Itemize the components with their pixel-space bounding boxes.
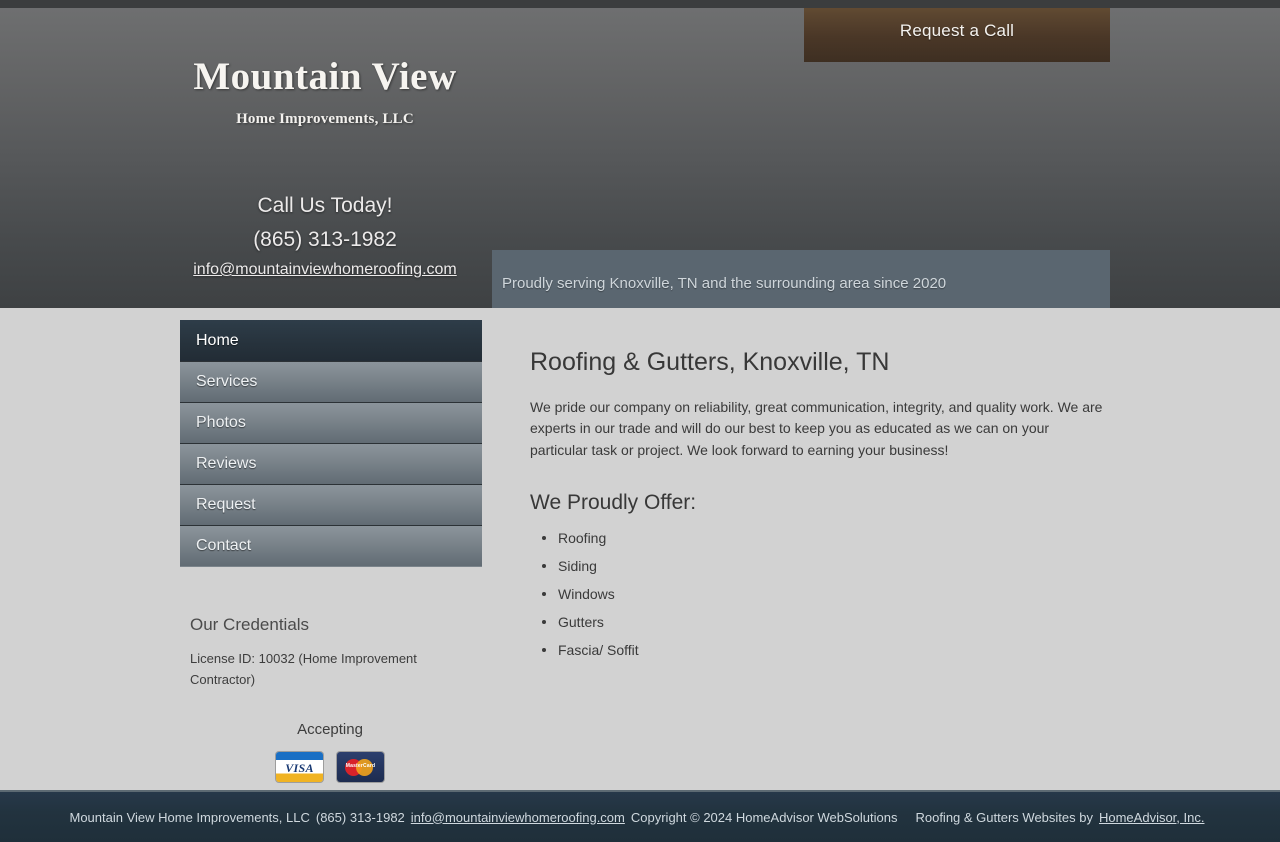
license-id-text: License ID: 10032 (Home Improvement Cont… — [190, 651, 417, 687]
intro-paragraph: We pride our company on reliability, gre… — [530, 399, 1103, 458]
footer-phone: (865) 313-1982 — [315, 809, 405, 825]
footer-homeadvisor-link[interactable]: HomeAdvisor, Inc. — [1099, 810, 1205, 825]
payment-card-icons: VISA MasterCard — [180, 751, 480, 782]
mastercard-card-icon: MasterCard — [337, 751, 384, 782]
list-item: Fascia/ Soffit — [542, 643, 1130, 657]
sidebar-item-request[interactable]: Request — [180, 484, 482, 525]
site-footer: Mountain View Home Improvements, LLC (86… — [0, 790, 1280, 842]
sidebar-item-home[interactable]: Home — [180, 320, 482, 361]
footer-credit-prefix: Roofing & Gutters Websites by — [915, 809, 1093, 825]
accepted-payments-section: Accepting VISA MasterCard — [180, 721, 480, 782]
footer-inner: Mountain View Home Improvements, LLC (86… — [70, 810, 1211, 825]
footer-copyright: Copyright © 2024 HomeAdvisor WebSolution… — [630, 809, 898, 825]
call-us-today-label: Call Us Today! — [257, 194, 393, 217]
header-contact-block: Call Us Today! (865) 313-1982 info@mount… — [160, 190, 490, 279]
sidebar-item-photos[interactable]: Photos — [180, 402, 482, 443]
mastercard-card-label: MasterCard — [345, 762, 376, 769]
site-header: Request a Call Mountain View Home Improv… — [0, 8, 1280, 308]
list-item: Windows — [542, 587, 1130, 601]
accepting-label: Accepting — [297, 720, 363, 738]
sidebar: Home Services Photos Reviews Request Con… — [180, 320, 482, 782]
sidebar-item-contact[interactable]: Contact — [180, 525, 482, 566]
top-strip — [0, 0, 1280, 8]
main-content: Roofing & Gutters, Knoxville, TN We prid… — [530, 348, 1130, 671]
page-title: Roofing & Gutters, Knoxville, TN — [530, 348, 890, 376]
site-logo[interactable]: Mountain View Home Improvements, LLC — [180, 55, 470, 128]
visa-card-icon: VISA — [276, 751, 323, 782]
footer-email-link[interactable]: info@mountainviewhomeroofing.com — [411, 810, 625, 825]
request-a-call-button[interactable]: Request a Call — [804, 8, 1110, 62]
credentials-heading: Our Credentials — [190, 615, 310, 634]
main-navigation: Home Services Photos Reviews Request Con… — [180, 320, 482, 567]
header-phone-number[interactable]: (865) 313-1982 — [160, 223, 490, 258]
page-root: Request a Call Mountain View Home Improv… — [0, 0, 1280, 842]
logo-subtitle: Home Improvements, LLC — [236, 110, 414, 127]
header-email-link[interactable]: info@mountainviewhomeroofing.com — [193, 261, 456, 279]
content-area: Home Services Photos Reviews Request Con… — [0, 308, 1280, 790]
list-item: Gutters — [542, 615, 1130, 629]
logo-title: Mountain View — [193, 55, 457, 98]
tagline-banner: Proudly serving Knoxville, TN and the su… — [492, 250, 1110, 308]
list-item: Roofing — [542, 531, 1130, 545]
header-inner: Request a Call Mountain View Home Improv… — [0, 8, 1280, 308]
services-offered-list: Roofing Siding Windows Gutters Fascia/ S… — [530, 531, 1130, 657]
footer-company-name: Mountain View Home Improvements, LLC — [69, 809, 310, 825]
list-item: Siding — [542, 559, 1130, 573]
sidebar-item-reviews[interactable]: Reviews — [180, 443, 482, 484]
credentials-section: Our Credentials License ID: 10032 (Home … — [180, 615, 480, 691]
sidebar-item-services[interactable]: Services — [180, 361, 482, 402]
visa-card-label: VISA — [285, 760, 314, 775]
offer-heading: We Proudly Offer: — [530, 491, 697, 515]
